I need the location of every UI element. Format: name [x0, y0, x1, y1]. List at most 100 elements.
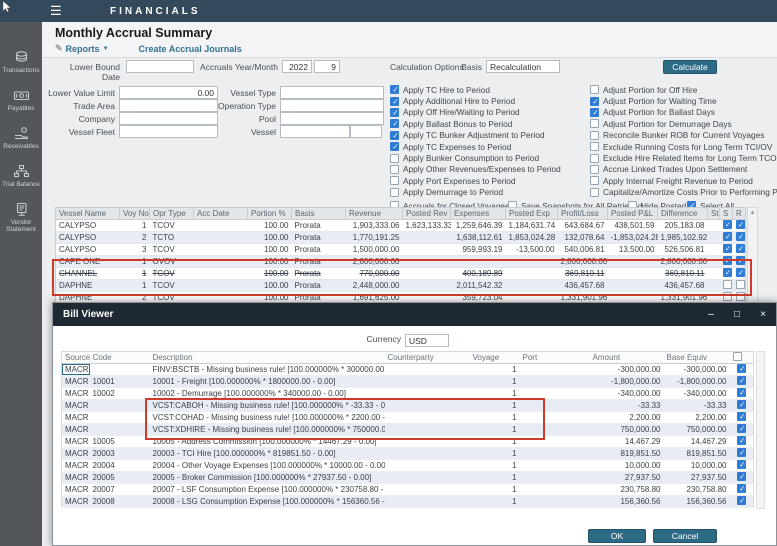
grid-row-channel-1[interactable]: CHANNEL1TCOV100.00Prorata770,000.00400,1… [56, 268, 746, 280]
column-header-basis[interactable]: Basis [292, 208, 346, 220]
bill-row-checkbox[interactable]: ✓ [737, 424, 746, 433]
bill-row-checkbox[interactable]: ✓ [737, 484, 746, 493]
vessel-input[interactable] [280, 125, 350, 138]
minimize-button[interactable]: – [698, 303, 724, 326]
bill-column-header-voyage[interactable]: Voyage [470, 352, 520, 364]
checkbox-adjust-portion-for-demurrage-days[interactable] [590, 119, 599, 128]
bill-row-checkbox[interactable]: ✓ [737, 376, 746, 385]
checkbox-adjust-portion-for-off-hire[interactable] [590, 85, 599, 94]
checkbox-apply-demurrage-to-period[interactable] [390, 188, 399, 197]
bill-row[interactable]: MACR2000520005 - Broker Commission [100.… [62, 472, 754, 484]
cancel-button[interactable]: Cancel [653, 529, 717, 543]
bill-row-checkbox[interactable]: ✓ [737, 388, 746, 397]
bill-column-header-source[interactable]: Source [62, 352, 90, 364]
bill-row[interactable]: MACR1000210002 - Demurrage [100.000000% … [62, 388, 754, 400]
checkbox-apply-off-hire-waiting-to-period[interactable]: ✓ [390, 108, 399, 117]
column-header-posted-rev[interactable]: Posted Rev [403, 208, 451, 220]
row-r-checkbox[interactable]: ✓ [736, 244, 745, 253]
basis-input[interactable] [486, 60, 560, 73]
row-r-checkbox[interactable]: ✓ [736, 256, 745, 265]
bill-row[interactable]: MACR2000720007 - LSF Consumption Expense… [62, 484, 754, 496]
bill-row-checkbox[interactable]: ✓ [737, 472, 746, 481]
checkbox-apply-tc-hire-to-period[interactable]: ✓ [390, 85, 399, 94]
row-s-checkbox[interactable]: ✓ [723, 268, 732, 277]
column-header-expenses[interactable]: Expenses [451, 208, 506, 220]
currency-input[interactable] [405, 334, 449, 347]
scroll-up-icon[interactable]: ▲ [748, 208, 757, 218]
bill-row-checkbox[interactable]: ✓ [737, 448, 746, 457]
row-r-checkbox[interactable] [736, 280, 745, 289]
bill-column-header-port[interactable]: Port [520, 352, 590, 364]
accruals-month-input[interactable] [314, 60, 340, 73]
bill-column-header-amount[interactable]: Amount [590, 352, 664, 364]
bill-row-checkbox[interactable]: ✓ [737, 364, 746, 373]
bill-column-header-code[interactable]: Code [90, 352, 150, 364]
column-header-portion[interactable]: Portion % [248, 208, 292, 220]
checkbox-adjust-portion-for-waiting-time[interactable]: ✓ [590, 97, 599, 106]
row-r-checkbox[interactable]: ✓ [736, 232, 745, 241]
grid-scrollbar[interactable]: ▲ [747, 207, 758, 303]
bill-column-header-base-equiv[interactable]: Base Equiv [664, 352, 730, 364]
bill-column-header-counterparty[interactable]: Counterparty [385, 352, 470, 364]
column-header-acc-date[interactable]: Acc Date [194, 208, 248, 220]
bill-row[interactable]: MACRVCST:COHAD - Missing business rule! … [62, 412, 754, 424]
close-button[interactable]: × [750, 303, 776, 326]
sidebar-item-transactions[interactable]: Transactions [0, 50, 42, 74]
row-s-checkbox[interactable]: ✓ [723, 232, 732, 241]
grid-row-daphne-1[interactable]: DAPHNE1TCOV100.00Prorata2,448,000.002,01… [56, 280, 746, 292]
vessel-picker-input[interactable] [350, 125, 382, 138]
pool-input[interactable] [280, 112, 384, 125]
column-header-difference[interactable]: Difference [658, 208, 708, 220]
sidebar-item-trial-balance[interactable]: Trial Balance [0, 164, 42, 188]
checkbox-apply-other-revenues-expenses-to-period[interactable] [390, 165, 399, 174]
row-r-checkbox[interactable] [736, 292, 745, 301]
checkbox-capitalize-amortize-costs-prior-to-performing-p[interactable] [590, 188, 599, 197]
ok-button[interactable]: OK [588, 529, 646, 543]
column-header-s[interactable]: S [720, 208, 733, 220]
vessel-type-input[interactable] [280, 86, 384, 99]
bill-row[interactable]: MACR1000110001 - Freight [100.000000% * … [62, 376, 754, 388]
bill-row[interactable]: MACR2000820008 - LSG Consumption Expense… [62, 496, 754, 508]
sidebar-item-vendor-statement[interactable]: Vendor Statement [0, 202, 42, 233]
row-s-checkbox[interactable]: ✓ [723, 256, 732, 265]
checkbox-apply-tc-expenses-to-period[interactable]: ✓ [390, 142, 399, 151]
column-header-voy-no[interactable]: Voy No. [120, 208, 150, 220]
sidebar-item-payables[interactable]: Payables [0, 88, 42, 112]
column-header-posted-p-l[interactable]: Posted P&L [608, 208, 658, 220]
checkbox-exclude-hire-related-items-for-long-term-tco[interactable] [590, 154, 599, 163]
reports-button[interactable]: ✎ Reports ▼ [55, 43, 109, 54]
bill-column-header-description[interactable]: Description [150, 352, 385, 364]
checkbox-apply-additional-hire-to-period[interactable]: ✓ [390, 97, 399, 106]
bill-row[interactable]: MACR2000420004 - Other Voyage Expenses [… [62, 460, 754, 472]
checkbox-apply-tc-bunker-adjustment-to-period[interactable]: ✓ [390, 131, 399, 140]
column-header-vessel-name[interactable]: Vessel Name [56, 208, 120, 220]
grid-row-calypso-2[interactable]: CALYPSO2TCTO100.00Prorata1,770,191.251,6… [56, 232, 746, 244]
modal-scrollbar[interactable] [756, 351, 765, 509]
bill-row[interactable]: MACRVCST:XDHIRE - Missing business rule!… [62, 424, 754, 436]
column-header-revenue[interactable]: Revenue [346, 208, 403, 220]
row-s-checkbox[interactable] [723, 280, 732, 289]
maximize-button[interactable]: □ [724, 303, 750, 326]
grid-row-cape-one-1[interactable]: CAPE ONE1OVOV100.00Prorata2,800,000.002,… [56, 256, 746, 268]
bill-row[interactable]: MACR1000510005 - Address Commission [100… [62, 436, 754, 448]
row-r-checkbox[interactable]: ✓ [736, 220, 745, 229]
checkbox-adjust-portion-for-ballast-days[interactable]: ✓ [590, 108, 599, 117]
grid-row-calypso-1[interactable]: CALYPSO1TCOV100.00Prorata1,903,333.061,6… [56, 220, 746, 232]
menu-icon[interactable]: ☰ [50, 3, 62, 19]
row-s-checkbox[interactable] [723, 292, 732, 301]
checkbox-accrue-linked-trades-upon-settlement[interactable] [590, 165, 599, 174]
create-accrual-journals-button[interactable]: Create Accrual Journals [139, 44, 242, 54]
grid-row-calypso-3[interactable]: CALYPSO3TCOV100.00Prorata1,500,000.00959… [56, 244, 746, 256]
operation-type-input[interactable] [280, 99, 384, 112]
bill-row[interactable]: MACR2000320003 - TCI Hire [100.000000% *… [62, 448, 754, 460]
bill-row[interactable]: MACRVCST:CABOH - Missing business rule! … [62, 400, 754, 412]
lower-bound-date-input[interactable] [126, 60, 194, 73]
checkbox-apply-bunker-consumption-to-period[interactable] [390, 154, 399, 163]
bill-row-checkbox[interactable]: ✓ [737, 436, 746, 445]
column-header-profit-loss[interactable]: Profit/Loss [558, 208, 608, 220]
bill-row-checkbox[interactable]: ✓ [737, 496, 746, 505]
row-r-checkbox[interactable]: ✓ [736, 268, 745, 277]
bill-row-checkbox[interactable]: ✓ [737, 412, 746, 421]
checkbox-apply-port-expenses-to-period[interactable] [390, 176, 399, 185]
sidebar-item-receivables[interactable]: Receivables [0, 126, 42, 150]
